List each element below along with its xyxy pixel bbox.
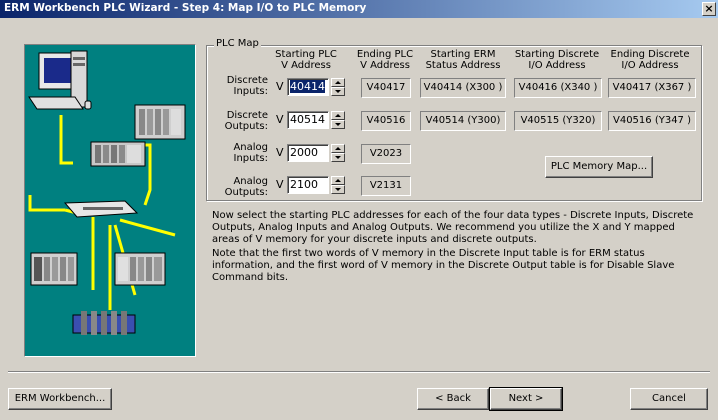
spin-up-icon[interactable] [331, 144, 345, 153]
plc-map-group-label: PLC Map [214, 38, 261, 49]
spin-up-icon[interactable] [331, 176, 345, 185]
erm-workbench-button[interactable]: ERM Workbench... [8, 388, 112, 410]
v-prefix: V [276, 146, 284, 159]
discrete-inputs-start-input[interactable]: 40414 [287, 78, 329, 96]
discrete-inputs-start-value: 40414 [290, 80, 325, 93]
window-title: ERM Workbench PLC Wizard - Step 4: Map I… [4, 2, 367, 14]
discrete-outputs-end-io: V40516 (Y347 ) [608, 111, 696, 131]
wizard-window: ERM Workbench PLC Wizard - Step 4: Map I… [0, 0, 718, 420]
next-button[interactable]: Next > [489, 387, 563, 411]
row-label-discrete-outputs: Discrete Outputs: [224, 110, 268, 132]
plc-rack-bottom-left-icon [30, 252, 78, 286]
discrete-inputs-erm-status: V40414 (X300 ) [420, 78, 506, 98]
computer-icon [28, 50, 92, 110]
row-label-analog-outputs: Analog Outputs: [224, 176, 268, 198]
header-ending-discrete: Ending Discrete I/O Address [610, 49, 690, 71]
close-icon[interactable]: × [702, 2, 716, 16]
plc-memory-map-button[interactable]: PLC Memory Map... [545, 156, 653, 178]
spin-down-icon[interactable] [331, 153, 345, 162]
header-ending-plc: Ending PLC V Address [356, 49, 414, 71]
title-bar[interactable]: ERM Workbench PLC Wizard - Step 4: Map I… [0, 0, 718, 18]
ethernet-switch-icon [63, 200, 139, 218]
discrete-outputs-start-io: V40515 (Y320) [514, 111, 602, 131]
header-starting-plc: Starting PLC V Address [275, 49, 337, 71]
plc-rack-middle-icon [90, 141, 146, 167]
v-prefix: V [276, 178, 284, 191]
header-starting-discrete: Starting Discrete I/O Address [514, 49, 600, 71]
discrete-inputs-ending-plc: V40417 [361, 78, 411, 98]
analog-inputs-ending-plc: V2023 [361, 144, 411, 164]
spin-down-icon[interactable] [331, 120, 345, 129]
spin-up-icon[interactable] [331, 78, 345, 87]
discrete-outputs-erm-status: V40514 (Y300) [420, 111, 506, 131]
network-illustration [24, 44, 196, 357]
analog-outputs-spinner[interactable] [331, 176, 345, 194]
instructions-paragraph: Now select the starting PLC addresses fo… [212, 210, 694, 245]
spin-down-icon[interactable] [331, 87, 345, 96]
v-prefix: V [276, 80, 284, 93]
row-label-analog-inputs: Analog Inputs: [233, 142, 268, 164]
analog-outputs-ending-plc: V2131 [361, 176, 411, 196]
cancel-button[interactable]: Cancel [630, 388, 708, 410]
row-label-discrete-inputs: Discrete Inputs: [226, 75, 268, 97]
header-starting-erm: Starting ERM Status Address [425, 49, 501, 71]
v-prefix: V [276, 113, 284, 126]
note-paragraph: Note that the first two words of V memor… [212, 248, 675, 283]
footer-divider [8, 371, 710, 373]
discrete-outputs-spinner[interactable] [331, 111, 345, 129]
back-button[interactable]: < Back [417, 388, 489, 410]
plc-rack-bottom-right-icon [114, 252, 166, 286]
plc-rack-top-icon [134, 104, 186, 140]
discrete-outputs-start-input[interactable]: 40514 [287, 111, 329, 129]
analog-inputs-spinner[interactable] [331, 144, 345, 162]
analog-outputs-start-input[interactable]: 2100 [287, 176, 329, 194]
network-diagram [28, 50, 186, 335]
analog-inputs-start-input[interactable]: 2000 [287, 144, 329, 162]
discrete-outputs-ending-plc: V40516 [361, 111, 411, 131]
discrete-inputs-start-io: V40416 (X340 ) [514, 78, 602, 98]
motor-drive-icon [72, 311, 136, 335]
spin-up-icon[interactable] [331, 111, 345, 120]
discrete-inputs-spinner[interactable] [331, 78, 345, 96]
discrete-inputs-end-io: V40417 (X367 ) [608, 78, 696, 98]
spin-down-icon[interactable] [331, 185, 345, 194]
